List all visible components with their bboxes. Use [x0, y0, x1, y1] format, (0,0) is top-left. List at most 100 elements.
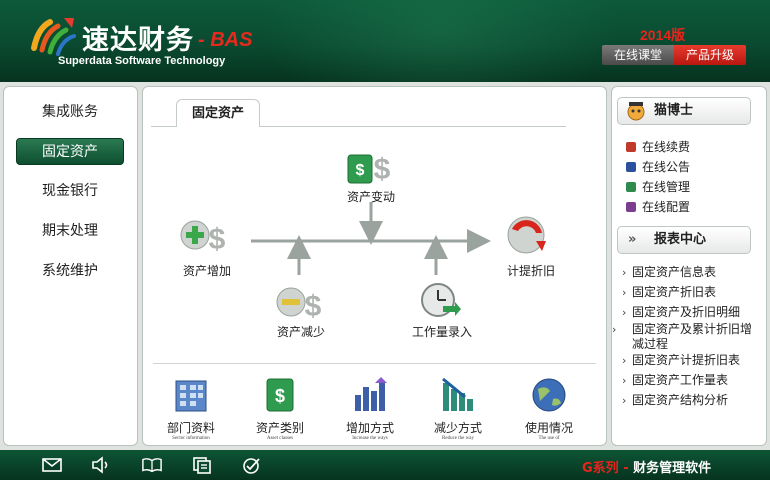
svg-text:$: $: [209, 223, 226, 256]
asset-reduce-label[interactable]: 资产减少: [277, 323, 325, 340]
report-center-header[interactable]: » 报表中心: [617, 226, 751, 254]
globe-icon: [532, 378, 566, 412]
app-header: 速达财务 - BAS Superdata Software Technology…: [0, 0, 770, 82]
tab-fixed-assets[interactable]: 固定资产: [176, 99, 260, 127]
usage-sub: The use of: [538, 436, 560, 441]
management-icon: [626, 182, 636, 192]
report-item[interactable]: › 固定资产工作量表: [622, 373, 762, 388]
report-label: 固定资产及累计折旧增减过程: [632, 322, 753, 351]
logo-mark-icon: [31, 18, 76, 56]
footer-product: 财务管理软件: [633, 461, 712, 476]
nav-item-integrated-accounts[interactable]: 集成账务: [16, 99, 124, 126]
asset-add-icon[interactable]: $: [180, 220, 226, 256]
service-announcement-label: 在线公告: [642, 160, 691, 174]
service-config-label: 在线配置: [642, 200, 691, 214]
fixed-assets-panel: 固定资产 $ $ $ $ 资产变动 资产增加 资产减少 工作量录入 计提折旧 部…: [142, 86, 607, 446]
report-label: 固定资产折旧表: [632, 285, 717, 299]
announcement-icon: [626, 162, 636, 172]
money-stack-icon: $: [266, 378, 294, 412]
increase-way-label: 增加方式: [345, 421, 394, 435]
bottom-divider: [153, 363, 596, 364]
depreciation-label[interactable]: 计提折旧: [507, 262, 555, 279]
document-stack-icon[interactable]: [192, 456, 212, 474]
version-badge: 2014版: [640, 27, 686, 43]
product-upgrade-button[interactable]: 产品升级: [674, 45, 746, 65]
increase-way-item[interactable]: 增加方式 Increase the ways: [335, 375, 405, 441]
reduce-way-sub: Reduce the way: [442, 436, 474, 441]
svg-text:$: $: [275, 386, 285, 406]
depreciation-icon[interactable]: [507, 216, 546, 254]
nav-item-system-maintenance[interactable]: 系统维护: [16, 258, 124, 285]
bar-up-icon: [355, 377, 387, 411]
nav-item-period-end[interactable]: 期末处理: [16, 218, 124, 245]
asset-class-label: 资产类别: [255, 421, 304, 435]
report-center-title: 报表中心: [654, 232, 707, 247]
brand-subtitle: Superdata Software Technology: [58, 55, 226, 67]
svg-text:$: $: [374, 153, 391, 186]
footer-series: G系列: [582, 461, 619, 476]
service-management[interactable]: 在线管理: [626, 178, 690, 196]
service-config[interactable]: 在线配置: [626, 198, 690, 216]
service-renew[interactable]: 在线续费: [626, 138, 690, 156]
report-item[interactable]: › 固定资产及累计折旧增减过程: [612, 322, 762, 351]
svg-text:$: $: [305, 290, 322, 323]
mail-icon[interactable]: [42, 456, 62, 474]
brand-title: 速达财务: [82, 25, 194, 56]
asset-change-icon[interactable]: $ $: [347, 153, 391, 186]
chevron-right-icon: ›: [622, 286, 627, 299]
dept-info-label: 部门资料: [166, 421, 215, 435]
bar-down-icon: [442, 377, 473, 411]
report-item[interactable]: › 固定资产结构分析: [622, 393, 762, 408]
report-label: 固定资产信息表: [632, 265, 717, 279]
report-item[interactable]: › 固定资产信息表: [622, 265, 762, 280]
report-label: 固定资产计提折旧表: [632, 353, 741, 367]
double-chevron-icon: »: [628, 232, 637, 247]
report-label: 固定资产工作量表: [632, 373, 729, 387]
asset-class-item[interactable]: $ 资产类别 Asset classes: [245, 375, 315, 441]
chevron-right-icon: ›: [622, 354, 627, 367]
online-class-button[interactable]: 在线课堂: [602, 45, 674, 65]
report-item[interactable]: › 固定资产折旧表: [622, 285, 762, 300]
asset-change-label[interactable]: 资产变动: [347, 188, 395, 205]
chevron-right-icon: ›: [622, 266, 627, 279]
reduce-way-item[interactable]: 减少方式 Reduce the way: [423, 375, 493, 441]
service-management-label: 在线管理: [642, 180, 691, 194]
chevron-right-icon: ›: [622, 306, 627, 319]
usage-item[interactable]: 使用情况 The use of: [514, 375, 584, 441]
dept-info-item[interactable]: 部门资料 Sector information: [156, 375, 226, 441]
service-renew-label: 在线续费: [642, 140, 691, 154]
nav-item-cash-bank[interactable]: 现金银行: [16, 178, 124, 205]
speaker-icon[interactable]: [91, 456, 111, 474]
building-icon: [175, 380, 207, 412]
workload-entry-icon[interactable]: [421, 283, 461, 317]
nav-item-fixed-assets[interactable]: 固定资产: [16, 138, 124, 165]
workload-entry-label[interactable]: 工作量录入: [412, 323, 472, 340]
service-announcement[interactable]: 在线公告: [626, 158, 690, 176]
asset-add-label[interactable]: 资产增加: [183, 262, 231, 279]
report-label: 固定资产结构分析: [632, 393, 729, 407]
cat-doctor-icon: [627, 102, 645, 121]
report-item[interactable]: › 固定资产计提折旧表: [622, 353, 762, 368]
chevron-right-icon: ›: [612, 323, 617, 336]
header-glow: [260, 0, 620, 82]
renew-icon: [626, 142, 636, 152]
usage-label: 使用情况: [524, 421, 573, 435]
report-label: 固定资产及折旧明细: [632, 305, 741, 319]
increase-way-sub: Increase the ways: [352, 436, 388, 441]
asset-class-sub: Asset classes: [266, 436, 294, 441]
report-item[interactable]: › 固定资产及折旧明细: [622, 305, 762, 320]
footer-brand: G系列 - 财务管理软件: [582, 457, 711, 476]
book-icon[interactable]: [142, 456, 162, 474]
svg-text:$: $: [356, 162, 365, 179]
config-icon: [626, 202, 636, 212]
asset-reduce-icon[interactable]: $: [276, 287, 322, 323]
assistant-header[interactable]: 猫博士: [617, 97, 751, 125]
right-panel: 猫博士 在线续费 在线公告 在线管理 在线配置 » 报表中心 › 固定资产信息表 …: [611, 86, 767, 446]
footer-dash: -: [618, 461, 634, 476]
reduce-way-label: 减少方式: [433, 421, 482, 435]
dept-info-sub: Sector information: [172, 436, 210, 441]
app-footer: G系列 - 财务管理软件: [0, 450, 770, 480]
check-circle-icon[interactable]: [242, 456, 262, 474]
flow-diagram: $ $ $ $: [180, 153, 546, 323]
assistant-title: 猫博士: [654, 103, 694, 118]
